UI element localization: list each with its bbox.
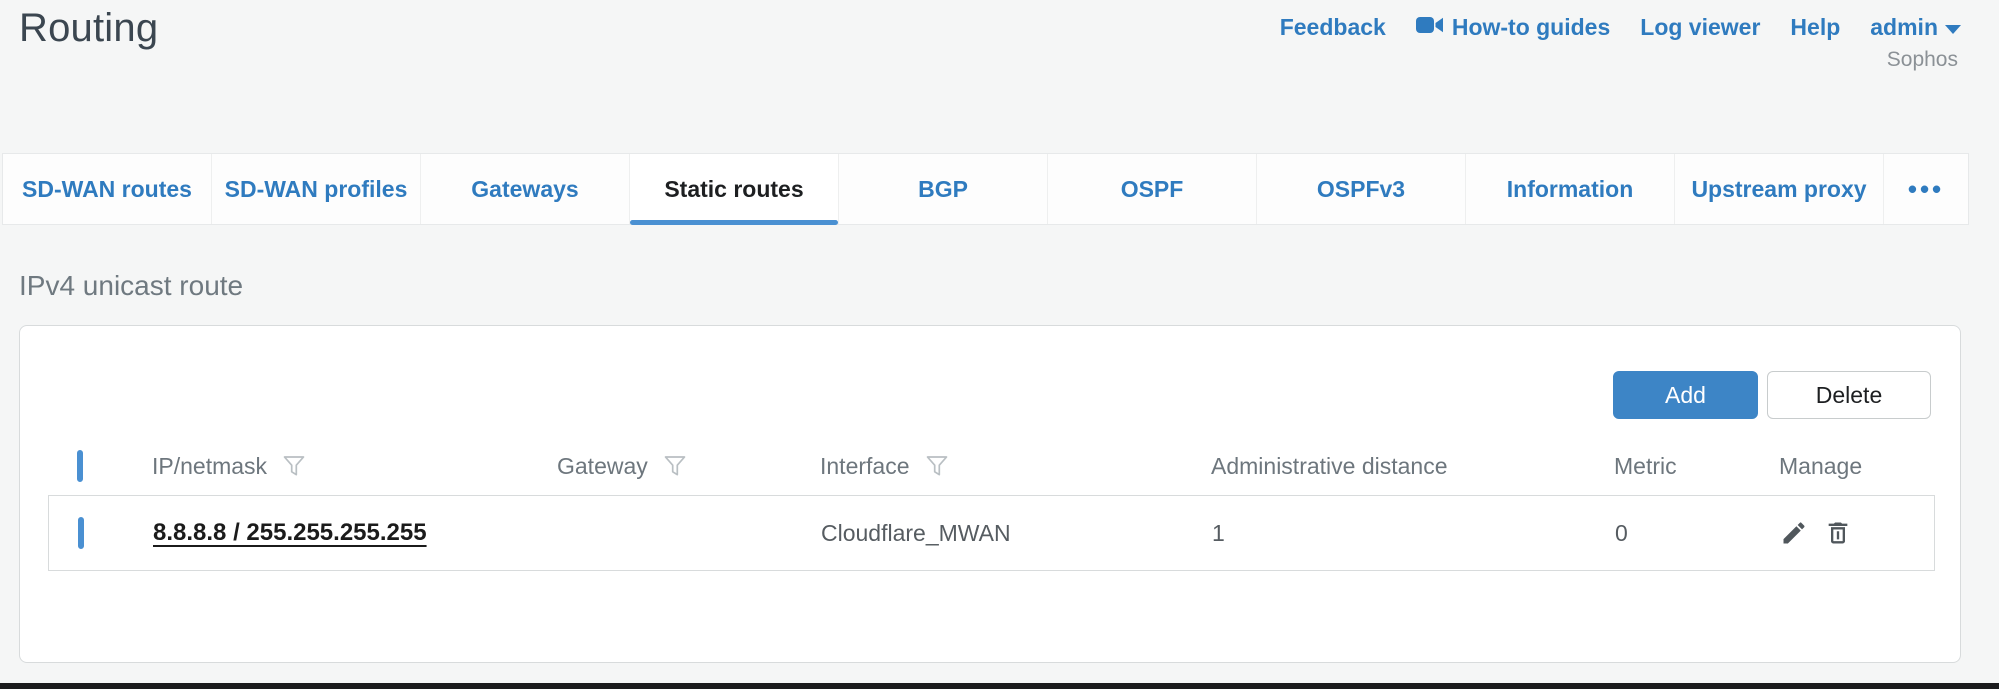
column-header-ip-netmask: IP/netmask	[152, 453, 267, 480]
tab-ospfv3[interactable]: OSPFv3	[1257, 154, 1466, 224]
video-camera-icon	[1416, 14, 1444, 41]
filter-icon[interactable]	[282, 455, 306, 478]
bottom-edge-bar	[0, 683, 1999, 689]
route-admin-distance-value: 1	[1212, 520, 1225, 546]
column-header-metric: Metric	[1614, 453, 1677, 480]
tab-label: Static routes	[664, 176, 803, 203]
column-header-interface: Interface	[820, 453, 910, 480]
feedback-link-label: Feedback	[1280, 14, 1386, 41]
feedback-link[interactable]: Feedback	[1280, 14, 1386, 41]
section-title: IPv4 unicast route	[19, 270, 243, 302]
tab-label: Upstream proxy	[1691, 176, 1866, 203]
tab-label: OSPF	[1121, 176, 1184, 203]
tab-label: OSPFv3	[1317, 176, 1405, 203]
table-row: 8.8.8.8 / 255.255.255.255 Cloudflare_MWA…	[48, 495, 1935, 571]
chevron-down-icon	[1945, 25, 1961, 34]
tab-label: BGP	[918, 176, 968, 203]
delete-button[interactable]: Delete	[1767, 371, 1931, 419]
route-metric-value: 0	[1615, 520, 1628, 546]
help-label: Help	[1790, 14, 1840, 41]
log-viewer-label: Log viewer	[1640, 14, 1760, 41]
tab-sdwan-profiles[interactable]: SD-WAN profiles	[212, 154, 421, 224]
tab-gateways[interactable]: Gateways	[421, 154, 630, 224]
table-header-row: IP/netmask Gateway Interface Administrat…	[48, 445, 1935, 487]
delete-icon[interactable]	[1824, 519, 1852, 547]
column-header-gateway: Gateway	[557, 453, 648, 480]
brand-label: Sophos	[1887, 48, 1958, 72]
page-title: Routing	[19, 6, 158, 51]
row-checkbox[interactable]	[78, 517, 84, 549]
user-menu[interactable]: admin	[1870, 14, 1961, 41]
more-tabs-button[interactable]: •••	[1884, 154, 1968, 224]
ipv4-unicast-route-panel: Add Delete IP/netmask Gateway Interface	[19, 325, 1961, 663]
tab-label: Gateways	[471, 176, 578, 203]
tab-ospf[interactable]: OSPF	[1048, 154, 1257, 224]
howto-guides-link[interactable]: How-to guides	[1416, 14, 1610, 41]
header-links: Feedback How-to guides Log viewer Help a…	[1280, 14, 1961, 41]
column-header-manage: Manage	[1779, 453, 1862, 480]
routing-tabbar: SD-WAN routes SD-WAN profiles Gateways S…	[2, 153, 1969, 225]
route-ip-netmask-link[interactable]: 8.8.8.8 / 255.255.255.255	[153, 519, 427, 546]
ellipsis-icon: •••	[1908, 174, 1944, 205]
tab-bgp[interactable]: BGP	[839, 154, 1048, 224]
tab-label: SD-WAN profiles	[225, 176, 408, 203]
tab-information[interactable]: Information	[1466, 154, 1675, 224]
howto-guides-label: How-to guides	[1452, 14, 1610, 41]
tab-label: SD-WAN routes	[22, 176, 192, 203]
edit-icon[interactable]	[1780, 519, 1808, 547]
column-header-admin-distance: Administrative distance	[1211, 453, 1448, 480]
select-all-checkbox[interactable]	[77, 450, 83, 482]
filter-icon[interactable]	[663, 455, 687, 478]
tab-upstream-proxy[interactable]: Upstream proxy	[1675, 154, 1884, 224]
route-interface-value: Cloudflare_MWAN	[821, 520, 1011, 546]
help-link[interactable]: Help	[1790, 14, 1840, 41]
log-viewer-link[interactable]: Log viewer	[1640, 14, 1760, 41]
routing-page: Routing Feedback How-to guides Log viewe…	[0, 0, 1999, 689]
filter-icon[interactable]	[925, 455, 949, 478]
user-menu-label: admin	[1870, 14, 1938, 41]
tab-static-routes[interactable]: Static routes	[630, 154, 839, 224]
tab-label: Information	[1507, 176, 1634, 203]
add-button[interactable]: Add	[1613, 371, 1758, 419]
panel-toolbar: Add Delete	[20, 326, 1960, 419]
tab-sdwan-routes[interactable]: SD-WAN routes	[3, 154, 212, 224]
